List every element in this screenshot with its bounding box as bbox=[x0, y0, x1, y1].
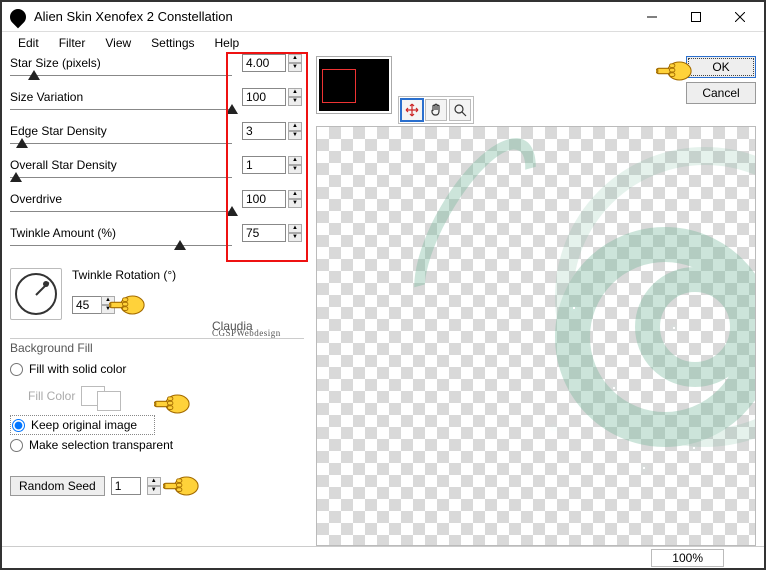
app-logo-icon bbox=[7, 5, 30, 28]
close-button[interactable] bbox=[718, 3, 762, 31]
track-star-size[interactable] bbox=[10, 70, 304, 86]
track-twinkle-amount[interactable] bbox=[10, 240, 304, 256]
input-edge-density[interactable] bbox=[242, 122, 286, 140]
spin-down[interactable]: ▼ bbox=[101, 305, 115, 314]
status-bar: 100% bbox=[2, 546, 764, 568]
radio-keep-original[interactable]: Keep original image bbox=[10, 415, 155, 435]
cancel-button[interactable]: Cancel bbox=[686, 82, 756, 104]
track-overall-density[interactable] bbox=[10, 172, 304, 188]
spin-up[interactable]: ▲ bbox=[288, 122, 302, 131]
preview-panel: OK Cancel bbox=[312, 54, 764, 546]
label-fill-color: Fill Color bbox=[28, 389, 75, 403]
fill-color-row: Fill Color bbox=[28, 381, 304, 411]
label-twinkle-rotation: Twinkle Rotation (°) bbox=[72, 268, 176, 282]
watermark-signature: Claudia CGSPWebdesign bbox=[212, 322, 281, 337]
track-overdrive[interactable] bbox=[10, 206, 304, 222]
background-fill-group: Background Fill Fill with solid color Fi… bbox=[10, 338, 304, 455]
fill-color-swatch-alt[interactable] bbox=[97, 391, 121, 411]
menu-settings[interactable]: Settings bbox=[141, 33, 204, 53]
slider-star-size: Star Size (pixels) ▲▼ bbox=[10, 56, 304, 90]
navigator-thumbnail[interactable] bbox=[316, 56, 392, 114]
spin-down[interactable]: ▼ bbox=[288, 97, 302, 106]
slider-twinkle-amount: Twinkle Amount (%) ▲▼ bbox=[10, 226, 304, 260]
menu-help[interactable]: Help bbox=[205, 33, 250, 53]
minimize-button[interactable] bbox=[630, 3, 674, 31]
input-overall-density[interactable] bbox=[242, 156, 286, 174]
move-tool-button[interactable] bbox=[401, 99, 423, 121]
title-bar: Alien Skin Xenofex 2 Constellation bbox=[2, 2, 764, 32]
slider-overdrive: Overdrive ▲▼ bbox=[10, 192, 304, 226]
input-random-seed[interactable] bbox=[111, 477, 141, 495]
spin-up[interactable]: ▲ bbox=[288, 190, 302, 199]
label-bgfill: Background Fill bbox=[10, 338, 304, 355]
spin-down[interactable]: ▼ bbox=[147, 486, 161, 495]
spin-up[interactable]: ▲ bbox=[288, 224, 302, 233]
zoom-tool-button[interactable] bbox=[449, 99, 471, 121]
spin-up[interactable]: ▲ bbox=[147, 477, 161, 486]
window-title: Alien Skin Xenofex 2 Constellation bbox=[34, 9, 630, 24]
spin-down[interactable]: ▼ bbox=[288, 199, 302, 208]
spin-down[interactable]: ▼ bbox=[288, 233, 302, 242]
spin-down[interactable]: ▼ bbox=[288, 165, 302, 174]
radio-make-transparent[interactable]: Make selection transparent bbox=[10, 435, 304, 455]
settings-panel: Star Size (pixels) ▲▼ Size Variation ▲▼ … bbox=[2, 54, 312, 546]
menu-filter[interactable]: Filter bbox=[49, 33, 96, 53]
rotation-dial[interactable] bbox=[10, 268, 62, 320]
ok-button[interactable]: OK bbox=[686, 56, 756, 78]
radio-fill-solid[interactable]: Fill with solid color bbox=[10, 359, 304, 379]
hand-tool-button[interactable] bbox=[425, 99, 447, 121]
pointer-annotation-icon bbox=[163, 473, 199, 499]
spin-up[interactable]: ▲ bbox=[101, 296, 115, 305]
random-seed-row: Random Seed ▲▼ bbox=[10, 473, 304, 499]
slider-edge-density: Edge Star Density ▲▼ bbox=[10, 124, 304, 158]
menu-bar: Edit Filter View Settings Help bbox=[2, 32, 764, 54]
track-size-variation[interactable] bbox=[10, 104, 304, 120]
track-edge-density[interactable] bbox=[10, 138, 304, 154]
slider-overall-density: Overall Star Density ▲▼ bbox=[10, 158, 304, 192]
input-twinkle-amount[interactable] bbox=[242, 224, 286, 242]
preview-canvas[interactable] bbox=[316, 126, 756, 546]
spin-down[interactable]: ▼ bbox=[288, 63, 302, 72]
spin-up[interactable]: ▲ bbox=[288, 88, 302, 97]
input-star-size[interactable] bbox=[242, 54, 286, 72]
input-overdrive[interactable] bbox=[242, 190, 286, 208]
spin-up[interactable]: ▲ bbox=[288, 156, 302, 165]
random-seed-button[interactable]: Random Seed bbox=[10, 476, 105, 496]
menu-edit[interactable]: Edit bbox=[8, 33, 49, 53]
spin-down[interactable]: ▼ bbox=[288, 131, 302, 140]
maximize-button[interactable] bbox=[674, 3, 718, 31]
menu-view[interactable]: View bbox=[95, 33, 141, 53]
zoom-level[interactable]: 100% bbox=[651, 549, 724, 567]
input-size-variation[interactable] bbox=[242, 88, 286, 106]
preview-toolbar bbox=[398, 96, 474, 124]
slider-size-variation: Size Variation ▲▼ bbox=[10, 90, 304, 124]
preview-artwork bbox=[395, 126, 756, 546]
twinkle-rotation-group: Twinkle Rotation (°) ▲▼ bbox=[10, 268, 304, 320]
input-twinkle-rotation[interactable] bbox=[72, 296, 102, 314]
spin-up[interactable]: ▲ bbox=[288, 54, 302, 63]
